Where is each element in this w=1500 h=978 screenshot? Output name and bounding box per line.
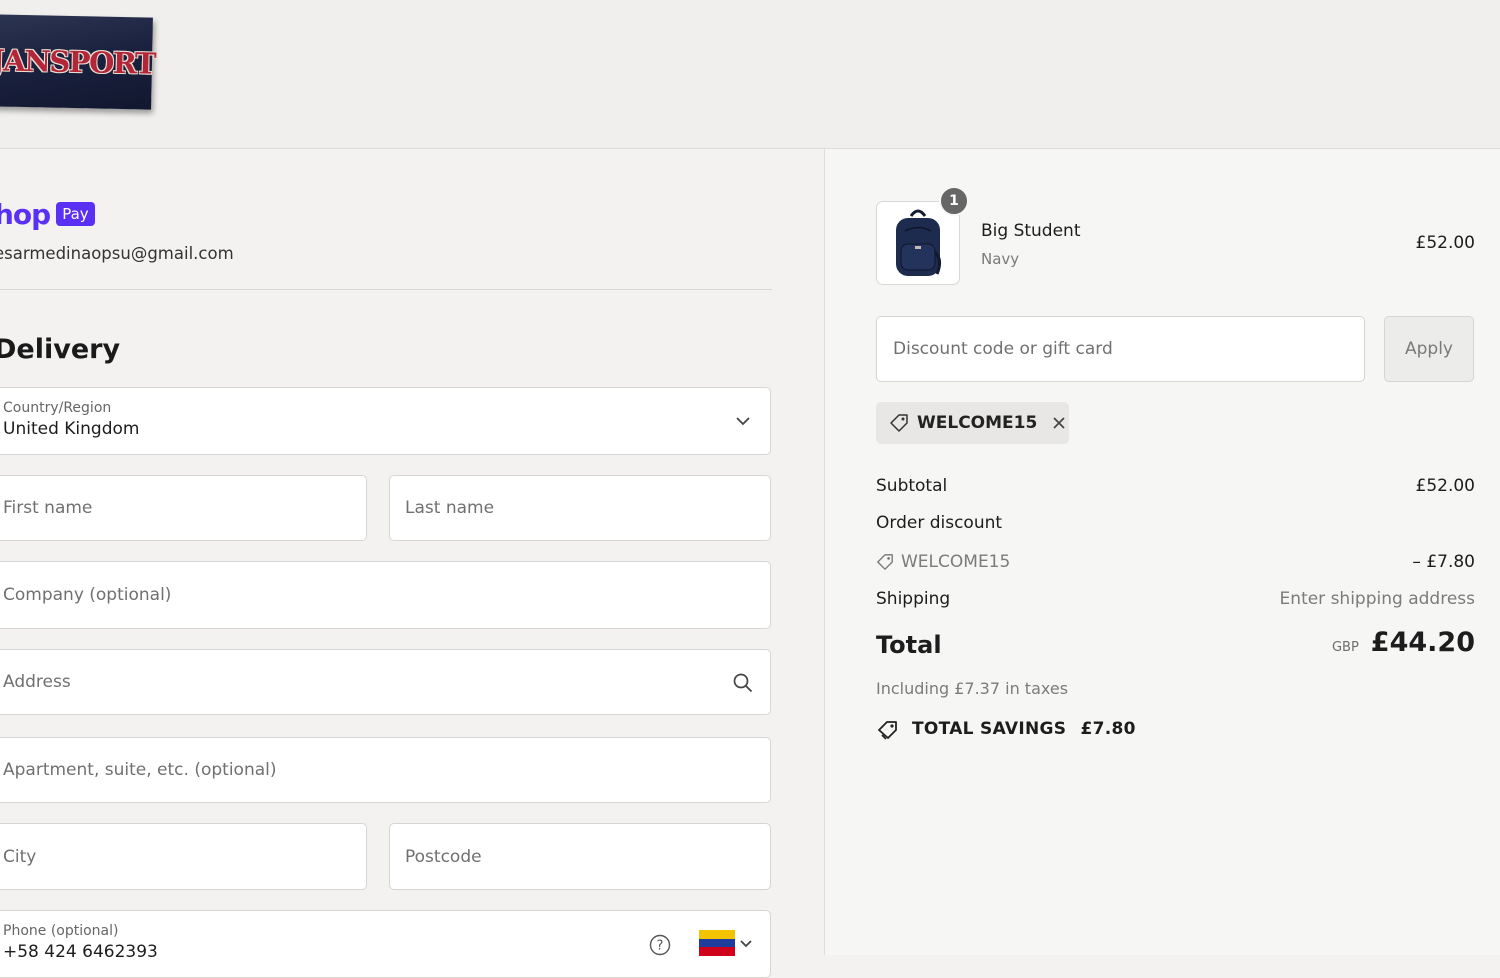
total-currency: GBP [1331, 640, 1359, 655]
svg-text:?: ? [657, 939, 664, 954]
account-email: esarmedinaopsu@gmail.com [0, 244, 234, 263]
total-amount: GBP £44.20 [1332, 627, 1475, 658]
search-icon[interactable] [732, 672, 754, 694]
shipping-label: Shipping [876, 589, 951, 609]
site-header: JANSPORT [0, 0, 1500, 149]
order-discount-code: WELCOME15 [901, 552, 1011, 572]
shop-pay-wordmark: hop [0, 197, 51, 231]
tag-icon [876, 553, 894, 571]
country-select[interactable]: Country/Region United Kingdom [0, 387, 771, 455]
first-name-placeholder: First name [3, 498, 93, 518]
first-name-field[interactable]: First name [0, 475, 367, 541]
applied-discount-chip: WELCOME15 [876, 402, 1069, 444]
taxes-note: Including £7.37 in taxes [876, 679, 1069, 698]
discount-code-field[interactable]: Discount code or gift card [876, 316, 1365, 382]
country-label: Country/Region [3, 400, 112, 416]
venezuela-flag-icon[interactable] [699, 930, 735, 956]
order-discount-value: – £7.80 [1412, 552, 1475, 572]
help-icon[interactable]: ? [648, 933, 672, 957]
total-savings: TOTAL SAVINGS £7.80 [912, 719, 1136, 739]
close-icon[interactable] [1051, 415, 1067, 431]
city-field[interactable]: City [0, 823, 367, 890]
company-placeholder: Company (optional) [3, 585, 172, 605]
phone-label: Phone (optional) [3, 923, 119, 939]
subtotal-value: £52.00 [1415, 476, 1475, 496]
postcode-placeholder: Postcode [405, 846, 482, 867]
quantity-badge: 1 [939, 186, 969, 216]
product-variant: Navy [981, 250, 1020, 268]
jansport-logo[interactable]: JANSPORT [0, 14, 156, 110]
address-placeholder: Address [3, 672, 71, 692]
last-name-field[interactable]: Last name [389, 475, 771, 541]
address-field[interactable]: Address [0, 649, 771, 715]
phone-value: +58 424 6462393 [3, 942, 158, 962]
chevron-down-icon [739, 937, 753, 951]
tag-icon [889, 413, 909, 433]
total-label: Total [876, 631, 942, 659]
product-price: £52.00 [1415, 233, 1475, 253]
total-savings-value: £7.80 [1080, 719, 1136, 739]
shipping-value: Enter shipping address [1279, 589, 1475, 609]
discount-placeholder: Discount code or gift card [893, 339, 1113, 359]
apply-discount-button[interactable]: Apply [1384, 316, 1474, 382]
chevron-down-icon [734, 412, 752, 430]
company-field[interactable]: Company (optional) [0, 561, 771, 629]
order-discount-label: Order discount [876, 513, 1003, 533]
total-savings-label: TOTAL SAVINGS [912, 719, 1067, 739]
subtotal-label: Subtotal [876, 476, 948, 496]
savings-tag-icon [876, 719, 900, 741]
delivery-heading: Delivery [0, 334, 121, 365]
applied-code-label: WELCOME15 [917, 413, 1038, 433]
last-name-placeholder: Last name [405, 498, 495, 518]
section-divider [0, 289, 772, 290]
shop-pay-badge: Pay [56, 202, 95, 226]
postcode-field[interactable]: Postcode [389, 823, 771, 890]
country-value: United Kingdom [3, 419, 140, 439]
phone-field[interactable]: Phone (optional) +58 424 6462393 ? [0, 910, 771, 978]
total-value: £44.20 [1370, 627, 1475, 658]
shop-pay-logo: hop Pay [0, 197, 95, 231]
apartment-placeholder: Apartment, suite, etc. (optional) [3, 760, 277, 780]
apartment-field[interactable]: Apartment, suite, etc. (optional) [0, 737, 771, 803]
logo-text: JANSPORT [0, 43, 156, 81]
city-placeholder: City [3, 846, 37, 867]
product-name: Big Student [981, 221, 1081, 241]
